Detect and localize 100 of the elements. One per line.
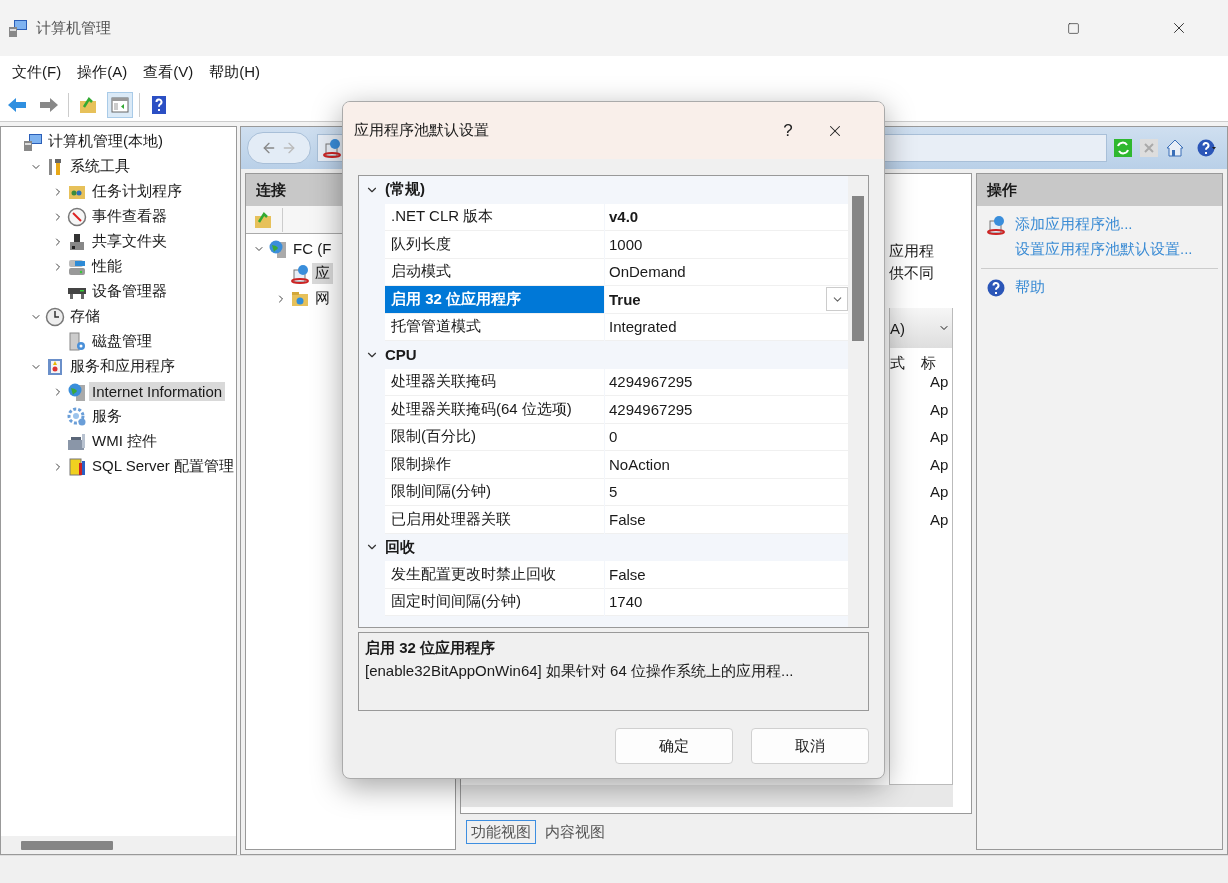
help-icon [986,277,1006,298]
property-value[interactable]: 4294967295 [605,368,848,396]
maximize-icon [1066,21,1080,35]
property-value[interactable]: 0 [605,423,848,451]
tree-item[interactable]: 应 [312,263,333,284]
tree-item[interactable]: 事件查看器 [89,206,170,227]
folder-arrow-icon [253,209,273,230]
property-name[interactable]: 固定时间间隔(分钟) [385,588,604,616]
globe-server-icon [268,238,288,259]
property-value[interactable]: NoAction [605,451,848,479]
category-title: 回收 [385,537,415,557]
navigation-buttons[interactable] [247,132,311,164]
help-button[interactable]: ? [766,110,810,151]
tree-item[interactable]: 存储 [67,306,103,327]
tree-item[interactable]: 服务和应用程序 [67,356,178,377]
tree-item[interactable]: Internet Information [89,382,226,401]
description-text: 应用程 [889,241,935,261]
column-header[interactable]: 式 [890,354,921,373]
property-value[interactable]: False [605,561,848,589]
tree-item[interactable]: 网 [312,288,333,309]
menu-item[interactable]: 帮助(H) [201,62,268,82]
pane-title: 操作 [977,174,1222,206]
home-icon [1165,138,1185,158]
column-header[interactable]: 标 [921,354,952,373]
table-cell-text: Ap [930,510,950,530]
clock-icon [45,306,65,327]
tree-item[interactable]: FC (F [290,239,335,258]
menu-item[interactable]: 文件(F) [4,62,70,82]
table-cell-text: Ap [930,428,950,447]
window-title: 计算机管理 [36,18,112,38]
help-icon [149,94,169,115]
table-cell-text: Ap [930,455,950,475]
property-name[interactable]: .NET CLR 版本 [385,203,604,231]
ok-button[interactable]: 确定 [615,728,733,764]
tree-item[interactable]: 服务 [89,406,125,427]
computer-icon [23,131,43,152]
category-title: CPU [385,346,417,364]
scrollbar-thumb[interactable] [21,840,113,850]
property-name[interactable]: 处理器关联掩码(64 位选项) [385,396,604,424]
scrollbar[interactable] [461,785,953,807]
property-name[interactable]: 处理器关联掩码 [385,368,604,396]
property-value[interactable]: 1740 [605,588,848,616]
property-value[interactable]: 5 [605,478,848,506]
tree-item[interactable]: 任务计划程序 [89,181,185,202]
log-book-icon [45,356,65,377]
stop-icon [1139,138,1159,158]
property-name[interactable]: 限制操作 [385,451,604,479]
table-cell-text: Ap [930,400,950,420]
device-icon [67,231,87,252]
panel-icon [110,94,130,115]
dialog-title: 应用程序池默认设置 [354,121,490,140]
scrollbar-thumb[interactable] [852,196,864,341]
toolbox-icon [67,431,87,452]
property-name[interactable]: 限制间隔(分钟) [385,478,604,506]
tree-item[interactable]: 性能 [89,256,125,277]
property-value[interactable]: OnDemand [605,258,848,286]
property-name[interactable]: 启动模式 [385,258,604,286]
globe-server-icon [67,381,87,402]
gauge-icon [67,206,87,227]
property-name[interactable]: 限制(百分比) [385,423,604,451]
property-value[interactable]: 1000 [605,231,848,259]
description-text: 供不同 [889,263,935,283]
column-header[interactable]: A) [890,319,905,337]
computer-icon [8,18,28,38]
app-pool-icon [986,214,1006,235]
cancel-button[interactable]: 取消 [751,728,869,764]
property-value[interactable]: 4294967295 [605,396,848,424]
folder-arrow-icon [78,94,98,115]
property-name[interactable]: 已启用处理器关联 [385,506,604,534]
tree-item[interactable]: 磁盘管理 [89,331,155,352]
console-tree-button[interactable] [107,91,133,118]
table-cell-text: Ap [930,483,950,502]
tree-item[interactable]: 设备管理器 [89,281,170,302]
refresh-icon [1113,138,1133,158]
property-name[interactable]: 托管管道模式 [385,313,604,341]
menu-item[interactable]: 查看(V) [135,62,202,82]
view-tab[interactable]: 内容视图 [540,820,610,844]
tree-item[interactable]: 计算机管理(本地) [45,131,166,152]
property-name[interactable]: 发生配置更改时禁止回收 [385,561,604,589]
server-gear-icon [67,331,87,352]
gear-icon [67,406,87,427]
category-title: (常规) [385,180,425,200]
tree-item[interactable]: 系统工具 [67,156,133,177]
property-value[interactable]: Integrated [605,313,848,341]
description-title: 启用 32 位应用程序 [365,639,497,658]
tree-item[interactable]: 共享文件夹 [89,231,170,252]
property-name[interactable]: 启用 32 位应用程序 [385,286,604,314]
table-cell-text: Ap [930,373,950,392]
dropdown-button[interactable] [826,287,848,312]
property-value[interactable]: v4.0 [605,203,848,231]
menu-item[interactable]: 操作(A) [69,62,136,82]
tree-item[interactable]: WMI 控件 [89,431,160,452]
database-tools-icon [67,456,87,477]
view-tab[interactable]: 功能视图 [466,820,536,844]
description-text: [enable32BitAppOnWin64] 如果针对 64 位操作系统上的应用程... [365,662,795,681]
property-value[interactable]: True [605,286,848,314]
app-pool-icon [290,263,310,284]
property-name[interactable]: 队列长度 [385,231,604,259]
property-value[interactable]: False [605,506,848,534]
tree-item[interactable]: SQL Server 配置管理 [89,456,236,477]
